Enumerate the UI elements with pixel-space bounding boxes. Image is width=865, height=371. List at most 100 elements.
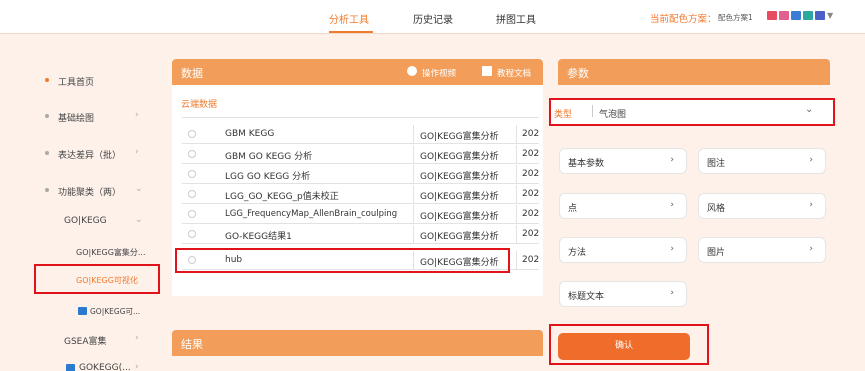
- divider: [592, 105, 593, 117]
- point-button[interactable]: 点 ›: [559, 193, 687, 219]
- row-type: GO|KEGG富集分析: [420, 172, 499, 182]
- table-row[interactable]: LGG_GO_KEGG_p值未校正 GO|KEGG富集分析 202: [182, 185, 539, 204]
- sidebar-item-label: 基础绘图: [58, 114, 95, 124]
- cell-divider: [516, 225, 517, 244]
- panel-title: 数据: [181, 67, 203, 80]
- row-type: GO|KEGG富集分析: [420, 132, 499, 142]
- row-name: LGG GO KEGG 分析: [225, 172, 311, 182]
- button-label: 方法: [568, 248, 587, 258]
- radio-button[interactable]: [188, 130, 196, 138]
- sidebar-item-label: GOKEGG(...: [79, 363, 131, 371]
- row-date: 202: [522, 129, 539, 139]
- button-label: 点: [568, 204, 578, 214]
- document-icon: [482, 66, 492, 76]
- bullet-icon: [45, 188, 49, 192]
- chart-type-select[interactable]: 类型 气泡图 ⌄: [549, 98, 835, 126]
- method-button[interactable]: 方法 ›: [559, 237, 687, 263]
- highlight-box: [34, 264, 160, 294]
- chevron-right-icon: ›: [135, 362, 139, 371]
- chevron-right-icon: ›: [670, 288, 674, 298]
- button-label: 标题文本: [568, 292, 605, 302]
- color-swatch: [779, 11, 789, 20]
- highlight-box: [549, 324, 709, 365]
- sidebar-item-go-kegg-sub[interactable]: GO|KEGG可...: [0, 301, 154, 321]
- sidebar-item-label: GSEA富集: [64, 337, 107, 347]
- sidebar-item-basic-plot[interactable]: 基础绘图 ›: [0, 106, 154, 126]
- title-text-button[interactable]: 标题文本 ›: [559, 281, 687, 307]
- sidebar-item-gokegg-combo[interactable]: GOKEGG(... ›: [0, 358, 154, 371]
- row-name: GBM GO KEGG 分析: [225, 152, 313, 162]
- color-scheme-label: 当前配色方案：: [650, 14, 717, 25]
- cell-divider: [413, 225, 414, 244]
- highlight-box: [175, 248, 510, 273]
- radio-button[interactable]: [188, 210, 196, 218]
- sidebar-item-label: 功能聚类（两）: [58, 188, 122, 198]
- sidebar-item-go-kegg-enrich[interactable]: GO|KEGG富集分...: [0, 242, 154, 262]
- row-type: GO|KEGG富集分析: [420, 192, 499, 202]
- params-panel-header: 参数: [558, 59, 830, 85]
- sidebar-item-gsea[interactable]: GSEA富集 ›: [0, 329, 154, 349]
- radio-button[interactable]: [188, 150, 196, 158]
- sidebar-item-expression-diff[interactable]: 表达差异（批） ›: [0, 143, 154, 163]
- table-row[interactable]: LGG GO KEGG 分析 GO|KEGG富集分析 202: [182, 165, 539, 184]
- active-tab-underline: [329, 31, 373, 33]
- color-swatch: [803, 11, 813, 20]
- table-row[interactable]: GBM GO KEGG 分析 GO|KEGG富集分析 202: [182, 145, 539, 164]
- chevron-right-icon: ›: [670, 244, 674, 254]
- tool-icon: [78, 307, 87, 315]
- top-nav: 分析工具 历史记录 拼图工具 当前配色方案： 配色方案1 ▼: [0, 0, 865, 34]
- legend-button[interactable]: 图注 ›: [698, 148, 826, 174]
- sidebar-item-label: GO|KEGG富集分...: [76, 248, 146, 257]
- radio-button[interactable]: [188, 190, 196, 198]
- color-swatch: [815, 11, 825, 20]
- sidebar-item-home[interactable]: 工具首页: [0, 70, 154, 90]
- basic-params-button[interactable]: 基本参数 ›: [559, 148, 687, 174]
- cell-divider: [516, 205, 517, 224]
- row-name: GO-KEGG结果1: [225, 232, 292, 242]
- style-button[interactable]: 风格 ›: [698, 193, 826, 219]
- chevron-right-icon: ›: [809, 244, 813, 254]
- chevron-right-icon: ›: [135, 333, 139, 343]
- video-link[interactable]: 操作视频: [422, 67, 456, 79]
- bullet-icon: [45, 78, 49, 82]
- sidebar-item-go-kegg[interactable]: GO|KEGG ⌄: [0, 211, 154, 231]
- row-name: GBM KEGG: [225, 129, 275, 139]
- data-panel-header: 数据 操作视频 教程文档: [172, 59, 543, 85]
- chevron-right-icon: ›: [809, 155, 813, 165]
- radio-button[interactable]: [188, 230, 196, 238]
- sidebar-item-function-cluster[interactable]: 功能聚类（两） ⌄: [0, 180, 154, 200]
- radio-button[interactable]: [188, 170, 196, 178]
- scheme-dropdown-icon[interactable]: ▼: [827, 11, 833, 20]
- image-button[interactable]: 图片 ›: [698, 237, 826, 263]
- table-row[interactable]: LGG_FrequencyMap_AllenBrain_coulping GO|…: [182, 205, 539, 224]
- row-name: LGG_FrequencyMap_AllenBrain_coulping: [225, 209, 398, 219]
- tutorial-link[interactable]: 教程文档: [497, 67, 531, 79]
- chevron-down-icon: ⌄: [805, 104, 814, 115]
- cell-divider: [516, 185, 517, 204]
- type-label: 类型: [554, 110, 573, 120]
- table-row[interactable]: GBM KEGG GO|KEGG富集分析 202: [182, 125, 539, 144]
- sidebar-item-label: GO|KEGG: [64, 216, 107, 226]
- tab-history[interactable]: 历史记录: [413, 11, 453, 26]
- bullet-icon: [45, 114, 49, 118]
- chevron-right-icon: ›: [135, 110, 139, 120]
- result-panel-header: 结果: [172, 330, 543, 356]
- tab-puzzle-tools[interactable]: 拼图工具: [496, 11, 536, 26]
- chevron-down-icon: ⌄: [135, 184, 143, 194]
- tab-analysis-tools[interactable]: 分析工具: [329, 11, 369, 26]
- button-label: 基本参数: [568, 159, 605, 169]
- params-panel: 参数: [558, 59, 830, 85]
- row-date: 202: [522, 255, 539, 265]
- chevron-down-icon: ⌄: [135, 215, 143, 225]
- panel-title: 参数: [567, 67, 589, 80]
- cloud-data-label[interactable]: 云端数据: [181, 97, 217, 110]
- chevron-right-icon: ›: [809, 200, 813, 210]
- cell-divider: [516, 165, 517, 184]
- sidebar-item-label: GO|KEGG可...: [90, 307, 141, 316]
- cell-divider: [413, 125, 414, 144]
- color-scheme-value[interactable]: 配色方案1: [718, 12, 753, 23]
- cell-divider: [413, 185, 414, 204]
- chevron-right-icon: ›: [670, 200, 674, 210]
- table-row[interactable]: GO-KEGG结果1 GO|KEGG富集分析 202: [182, 225, 539, 244]
- result-panel: 结果: [172, 330, 543, 371]
